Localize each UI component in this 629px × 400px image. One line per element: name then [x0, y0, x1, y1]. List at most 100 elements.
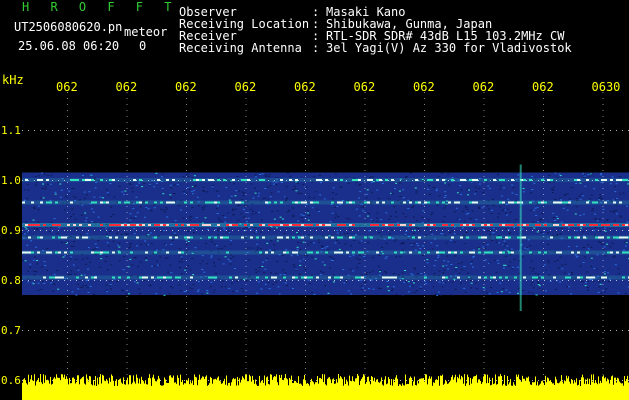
noise-speck: [41, 266, 43, 268]
audio-level-bar: [193, 385, 194, 400]
grid-dot: [483, 326, 485, 327]
audio-level-bar: [155, 381, 156, 400]
noise-speck: [279, 216, 282, 218]
grid-dot: [67, 266, 68, 267]
noise-speck: [593, 188, 596, 190]
audio-level-bar: [108, 383, 109, 400]
noise-speck: [206, 290, 209, 291]
noise-speck: [75, 259, 78, 260]
audio-level-bar: [50, 376, 51, 400]
signal-line-pixel: [28, 251, 31, 254]
noise-speck: [612, 211, 615, 213]
noise-speck: [306, 209, 309, 211]
signal-line-pixel: [289, 179, 292, 181]
signal-line-pixel: [505, 236, 508, 239]
noise-speck: [360, 240, 363, 242]
signal-line-pixel: [622, 251, 625, 254]
signal-line-pixel: [91, 251, 94, 254]
audio-level-bar: [346, 379, 347, 400]
grid-dot: [483, 338, 485, 339]
noise-speck: [217, 217, 220, 219]
grid-dot: [364, 230, 366, 231]
noise-speck: [226, 232, 229, 234]
grid-dot: [424, 320, 425, 321]
grid-dot: [483, 146, 485, 147]
noise-speck: [451, 281, 454, 283]
grid-dot: [186, 158, 187, 159]
grid-dot: [592, 230, 593, 231]
signal-line-pixel: [577, 179, 580, 181]
grid-dot: [166, 230, 167, 231]
signal-line-pixel: [595, 179, 598, 181]
noise-speck: [279, 274, 282, 276]
noise-speck: [144, 240, 147, 242]
audio-level-bar: [618, 378, 619, 400]
signal-line-pixel: [169, 236, 172, 239]
audio-level-bar: [360, 380, 361, 400]
noise-speck: [296, 254, 299, 256]
grid-dot: [186, 260, 187, 261]
signal-line-pixel: [472, 179, 475, 181]
noise-speck: [189, 219, 192, 221]
noise-speck: [216, 205, 219, 207]
audio-level-bar: [134, 381, 135, 400]
grid-dot: [394, 280, 395, 281]
noise-speck: [371, 270, 374, 272]
grid-dot: [448, 330, 449, 331]
audio-level-bar: [343, 385, 344, 400]
audio-level-bar: [251, 381, 252, 400]
grid-dot: [568, 280, 569, 281]
noise-speck: [179, 267, 181, 269]
noise-speck: [169, 197, 172, 199]
audio-level-bar: [531, 384, 532, 400]
noise-speck: [105, 189, 108, 191]
noise-speck: [286, 285, 288, 287]
audio-level-bar: [371, 376, 372, 400]
audio-level-bar: [544, 385, 545, 400]
audio-level-bar: [96, 386, 97, 400]
noise-speck: [116, 281, 119, 282]
signal-line-pixel: [541, 276, 544, 279]
signal-line-pixel: [166, 251, 169, 254]
noise-speck: [135, 196, 138, 198]
noise-speck: [129, 258, 132, 260]
signal-line-pixel: [511, 224, 514, 226]
audio-level-bar: [220, 381, 221, 400]
signal-line-pixel: [118, 201, 121, 204]
noise-speck: [594, 218, 597, 219]
grid-dot: [586, 380, 587, 381]
grid-dot: [226, 230, 227, 231]
grid-dot: [67, 332, 68, 333]
signal-line-pixel: [70, 201, 73, 204]
grid-dot: [186, 308, 187, 309]
signal-line-pixel: [262, 236, 265, 239]
audio-level-bar: [27, 384, 28, 400]
signal-line-pixel: [130, 224, 133, 226]
audio-level-bar: [154, 378, 155, 400]
audio-level-bar: [285, 374, 286, 400]
audio-level-bar: [396, 375, 397, 400]
signal-line-pixel: [232, 179, 235, 181]
noise-speck: [365, 272, 368, 273]
noise-speck: [161, 173, 164, 175]
noise-speck: [110, 216, 113, 217]
noise-speck: [46, 175, 49, 177]
noise-speck: [559, 256, 562, 258]
audio-level-bar: [85, 384, 86, 400]
grid-dot: [484, 130, 485, 131]
noise-speck: [89, 286, 92, 287]
noise-speck: [252, 210, 255, 212]
grid-dot: [526, 280, 527, 281]
noise-speck: [243, 216, 246, 218]
grid-dot: [126, 368, 128, 369]
grid-dot: [126, 350, 128, 351]
signal-line-pixel: [619, 201, 622, 204]
grid-dot: [245, 176, 247, 177]
grid-dot: [412, 330, 413, 331]
noise-speck: [270, 272, 272, 274]
grid-dot: [67, 296, 68, 297]
signal-line-pixel: [58, 276, 61, 279]
grid-dot: [136, 130, 137, 131]
grid-dot: [124, 130, 125, 131]
audio-level-bar: [116, 379, 117, 400]
